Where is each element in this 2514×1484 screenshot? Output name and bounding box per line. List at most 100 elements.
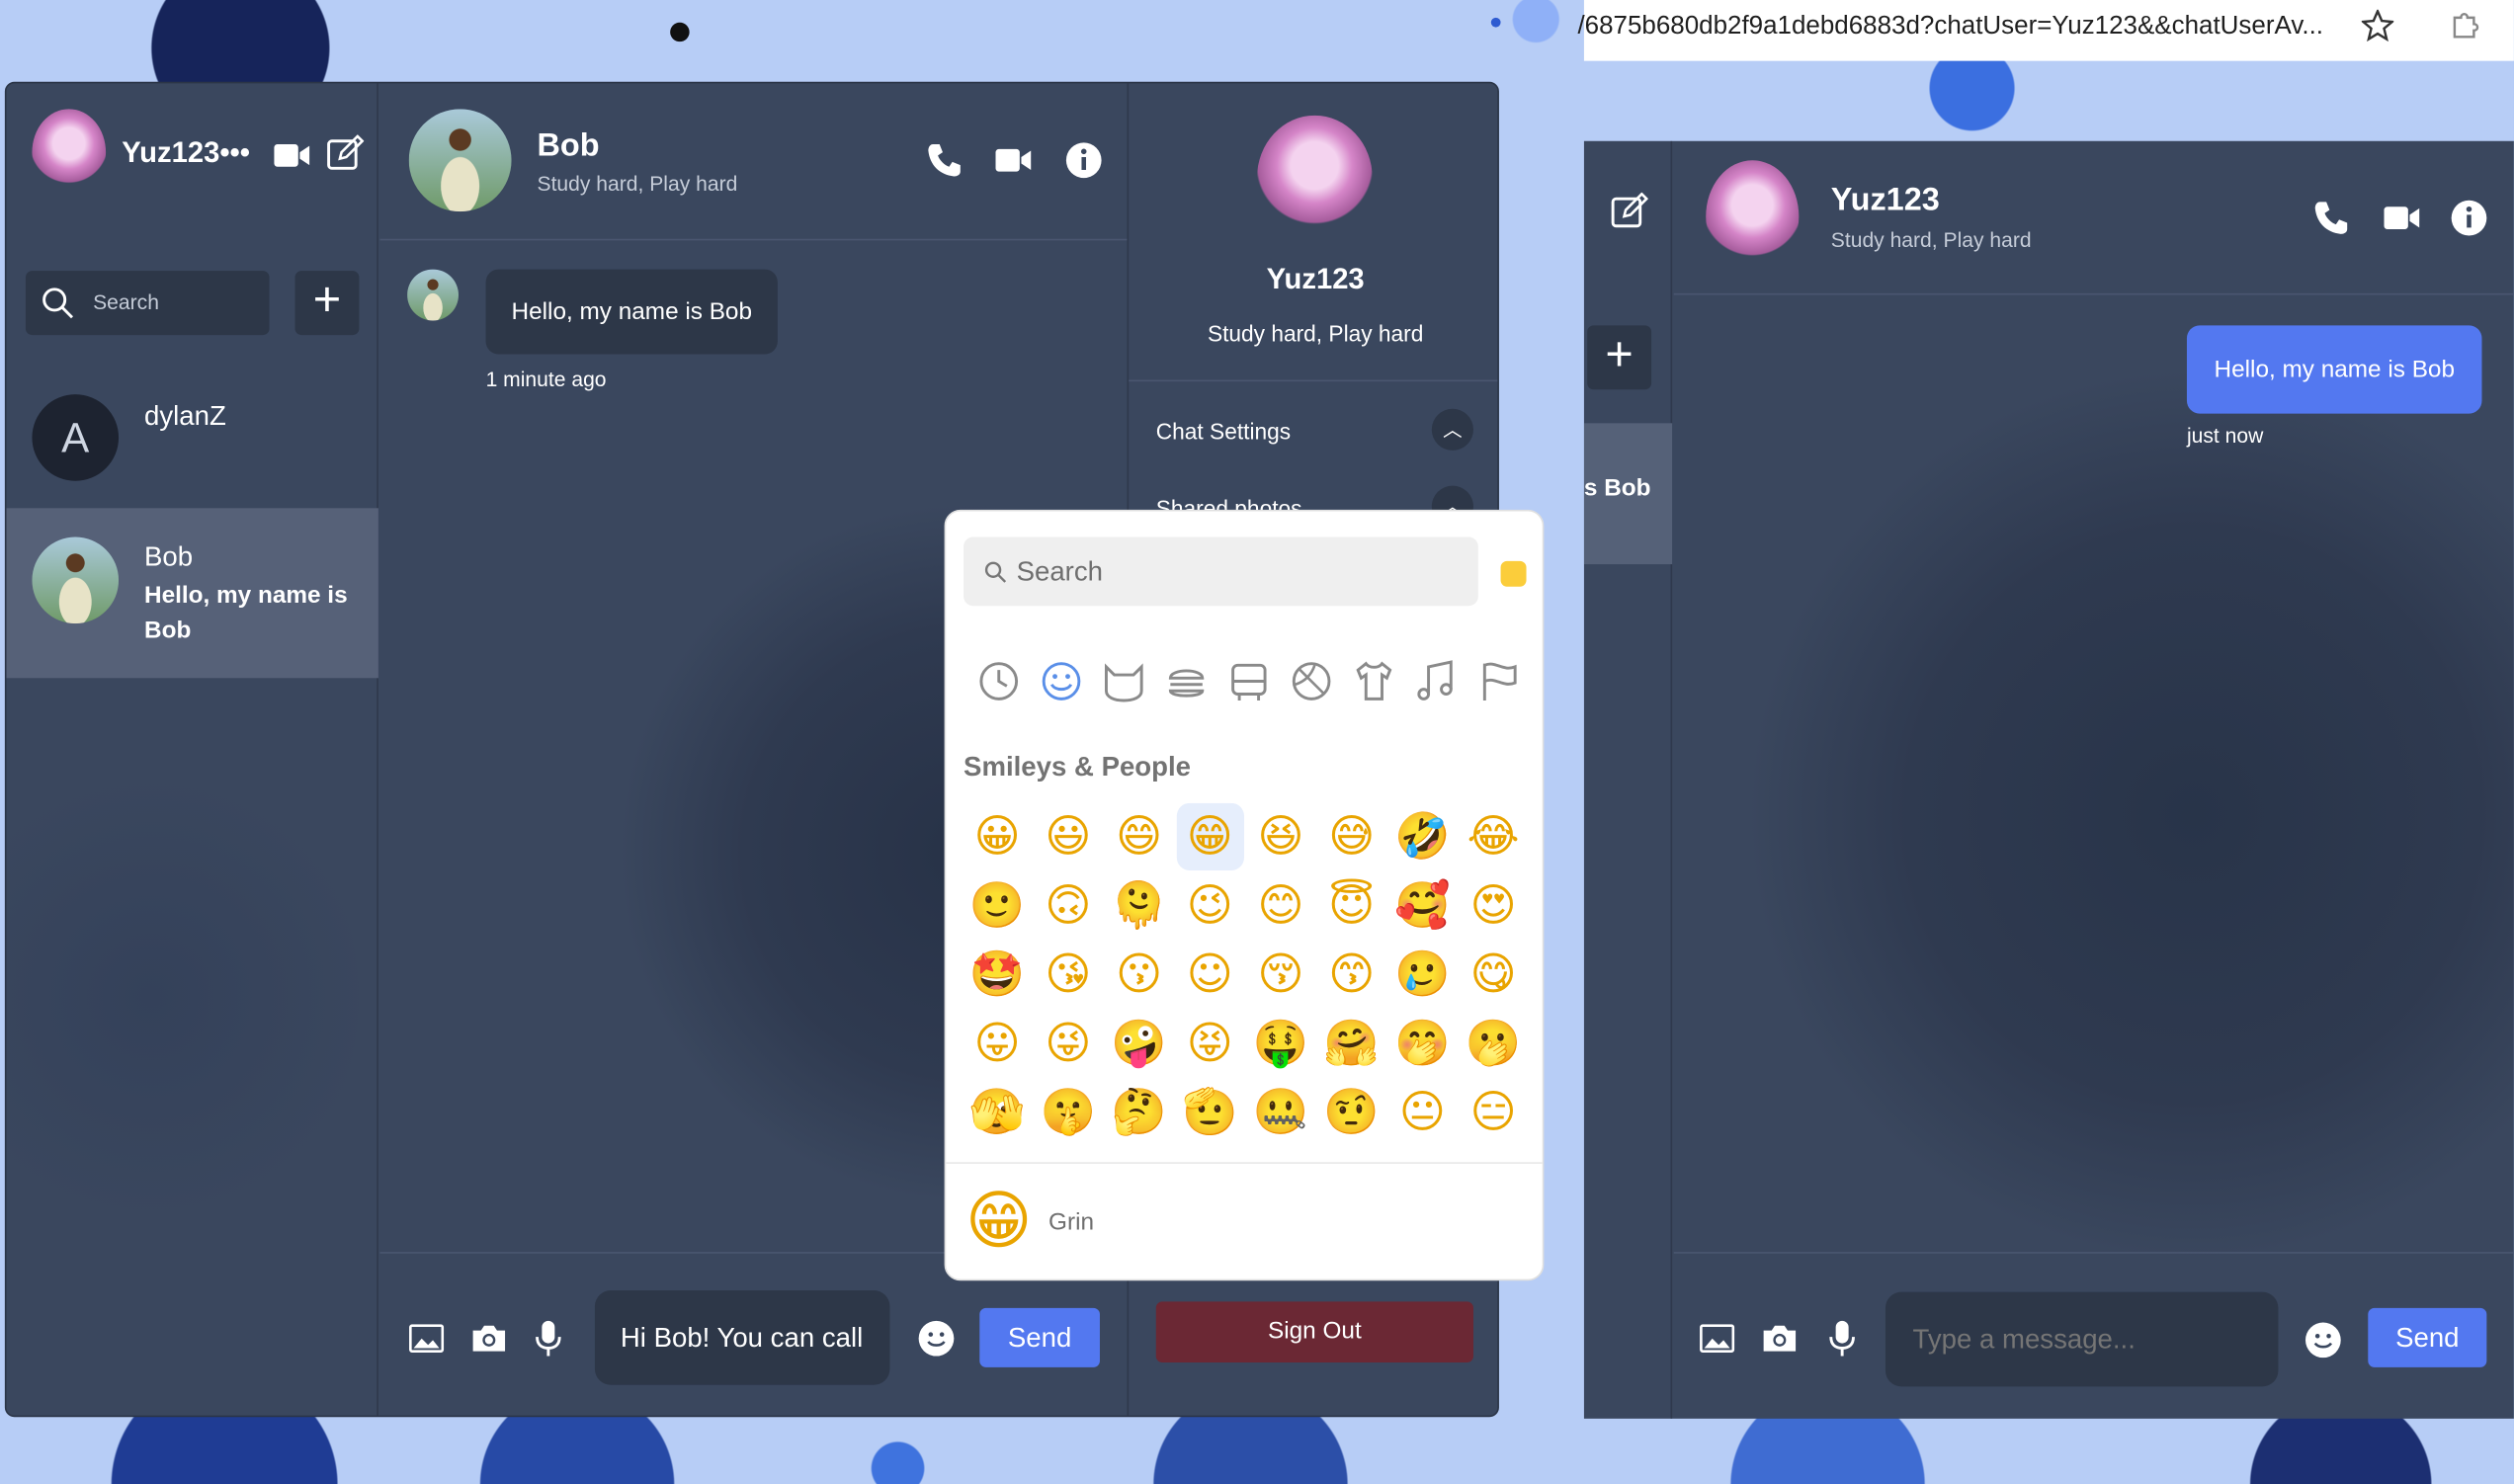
food-icon[interactable] [1161,656,1213,707]
emoji-grid: 😀 😃 😄 😁 😆 😅 🤣 😂 🙂 🙃 🫠 😉 😊 😇 🥰 😍 🤩 😘 😗 ☺ 😚 😙 🥲 😋 😛 😜 🤪 😝 🤑 🤗 🤭 🫢 🫣 🤫 🤔 🫡 🤐 🤨 😐 😑 [964,802,1535,1162]
compose-icon[interactable] [325,134,365,173]
emoji-item[interactable]: 🤗 [1318,1010,1385,1077]
emoji-item[interactable]: 🙂 [964,872,1031,940]
current-username: Yuz123••• [122,135,251,169]
message-composer: Send [1673,1252,2514,1419]
emoji-item[interactable]: 🤪 [1105,1010,1172,1077]
emoji-item[interactable]: 😗 [1105,941,1172,1008]
emoji-item[interactable]: 😘 [1035,941,1102,1008]
emoji-item[interactable]: 😃 [1035,803,1102,870]
emoji-item[interactable]: 😆 [1247,803,1314,870]
message-input[interactable] [1885,1291,2279,1387]
video-call-icon[interactable] [273,141,311,170]
contact-last-message: Hello, my name is Bob [144,581,348,645]
contact-avatar [32,536,120,624]
emoji-item[interactable]: 😋 [1460,941,1527,1008]
emoji-item[interactable]: 🙃 [1035,872,1102,940]
microphone-icon[interactable] [534,1319,562,1358]
user-avatar[interactable] [32,109,107,196]
objects-icon[interactable] [1348,656,1399,707]
emoji-item[interactable]: ☺ [1176,941,1243,1008]
emoji-item[interactable]: 🫢 [1460,1010,1527,1077]
emoji-item[interactable]: 😀 [964,803,1031,870]
emoji-item[interactable]: 🫠 [1105,872,1172,940]
emoji-item[interactable]: 🤫 [1035,1079,1102,1146]
profile-avatar[interactable] [1256,115,1373,241]
emoji-item[interactable]: 😚 [1247,941,1314,1008]
chat-settings-toggle[interactable]: Chat Settings [1156,418,1291,444]
star-icon[interactable] [2361,9,2394,42]
emoji-item[interactable]: 🤭 [1388,1010,1456,1077]
emoji-item[interactable]: 😉 [1176,872,1243,940]
send-button[interactable]: Send [2368,1307,2487,1367]
emoji-item[interactable]: 🤣 [1388,803,1456,870]
travel-icon[interactable] [1223,656,1275,707]
emoji-search-input[interactable]: Search [964,536,1478,607]
chevron-up-icon[interactable]: ︿ [1431,408,1473,451]
emoji-item[interactable]: 😇 [1318,872,1385,940]
emoji-item[interactable]: 😂 [1460,803,1527,870]
emoji-item[interactable]: 😐 [1388,1079,1456,1146]
video-call-icon[interactable] [2383,204,2421,232]
info-icon[interactable] [1064,141,1103,180]
search-icon [42,288,74,319]
emoji-search-placeholder: Search [1016,555,1104,587]
video-call-icon[interactable] [994,146,1033,175]
emoji-item[interactable]: 🤑 [1247,1010,1314,1077]
emoji-item[interactable]: 😝 [1176,1010,1243,1077]
send-button[interactable]: Send [979,1307,1100,1367]
emoji-icon[interactable] [2304,1321,2342,1360]
emoji-item[interactable]: 😙 [1318,941,1385,1008]
symbols-icon[interactable] [1411,656,1463,707]
emoji-item[interactable]: 🤔 [1105,1079,1172,1146]
emoji-item[interactable]: 🥰 [1388,872,1456,940]
recent-icon[interactable] [973,656,1025,707]
emoji-item[interactable]: 🤩 [964,941,1031,1008]
message-avatar [407,269,460,321]
extensions-icon[interactable] [2450,8,2481,40]
message-input[interactable]: Hi Bob! You can call [594,1290,890,1385]
emoji-item[interactable]: 😊 [1247,872,1314,940]
browser-address-bar[interactable]: /6875b680db2f9a1debd6883d?chatUser=Yuz12… [1577,0,2514,61]
add-chat-button[interactable]: + [1587,325,1652,390]
emoji-item[interactable]: 🥲 [1388,941,1456,1008]
microphone-icon[interactable] [1828,1319,1857,1358]
contact-item-bob[interactable]: s Bob [1583,423,1673,565]
flags-icon[interactable] [1473,656,1525,707]
image-icon[interactable] [409,1324,445,1353]
emoji-item[interactable]: 😄 [1105,803,1172,870]
camera-icon[interactable] [1760,1322,1799,1354]
animals-icon[interactable] [1098,656,1149,707]
profile-name: Yuz123 [1266,263,1365,295]
emoji-icon[interactable] [917,1319,956,1358]
camera-icon[interactable] [469,1322,508,1354]
add-chat-button[interactable]: + [294,271,360,336]
emoji-item[interactable]: 🫣 [964,1079,1031,1146]
activities-icon[interactable] [1286,656,1337,707]
contact-name: Bob [144,541,194,573]
sign-out-button[interactable]: Sign Out [1155,1301,1473,1363]
emoji-picker: Search Smileys & People 😀 😃 😄 😁 😆 😅 🤣 😂 🙂 🙃 🫠 😉 😊 😇 🥰 😍… [944,509,1545,1281]
emoji-item[interactable]: 😅 [1318,803,1385,870]
smileys-icon[interactable] [1036,656,1087,707]
emoji-item[interactable]: 😑 [1460,1079,1527,1146]
chat-avatar[interactable] [408,109,512,212]
emoji-item[interactable]: 😍 [1460,872,1527,940]
emoji-item[interactable]: 🫡 [1176,1079,1243,1146]
chat-avatar[interactable] [1706,160,1800,273]
chat-status: Study hard, Play hard [1830,227,2032,252]
compose-icon[interactable] [1610,192,1648,231]
image-icon[interactable] [1700,1324,1735,1353]
contact-item-bob[interactable]: Bob Hello, my name is Bob [6,508,378,679]
emoji-item[interactable]: 🤐 [1247,1079,1314,1146]
sidebar-search-input[interactable]: Search [25,271,270,336]
emoji-item[interactable]: 😛 [964,1010,1031,1077]
info-icon[interactable] [2450,199,2488,237]
phone-icon[interactable] [925,141,964,180]
phone-icon[interactable] [2312,199,2351,237]
contact-name: dylanZ [144,400,226,432]
emoji-item[interactable]: 🤨 [1318,1079,1385,1146]
emoji-item[interactable]: 😁 [1176,802,1244,870]
skin-tone-selector[interactable] [1500,560,1527,587]
emoji-item[interactable]: 😜 [1035,1010,1102,1077]
